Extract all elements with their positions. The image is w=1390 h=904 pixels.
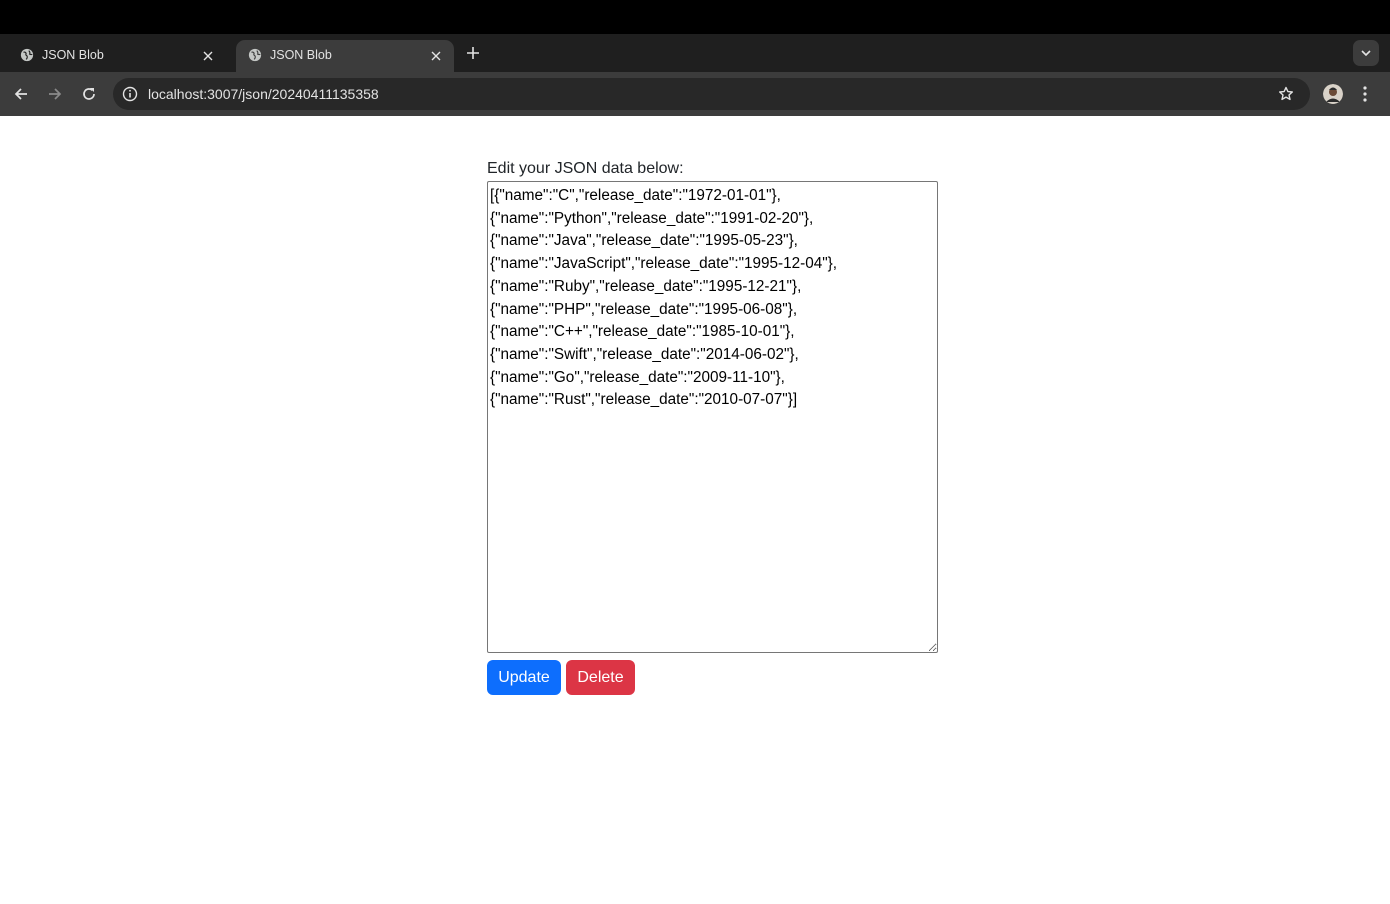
update-button[interactable]: Update (487, 660, 561, 695)
info-icon[interactable] (121, 85, 139, 103)
delete-button[interactable]: Delete (566, 660, 635, 695)
avatar[interactable] (1323, 84, 1343, 104)
tab-strip: JSON Blob JSON Blob (0, 34, 1390, 72)
close-icon[interactable] (198, 46, 218, 66)
close-icon[interactable] (426, 46, 446, 66)
globe-icon (248, 48, 262, 62)
back-arrow-icon[interactable] (11, 84, 31, 104)
chevron-down-icon[interactable] (1353, 40, 1379, 66)
star-icon[interactable] (1276, 84, 1296, 104)
kebab-menu-icon[interactable] (1360, 84, 1370, 104)
tab-title: JSON Blob (270, 48, 332, 62)
tab-title: JSON Blob (42, 48, 104, 62)
url-text[interactable]: localhost:3007/json/20240411135358 (148, 86, 379, 102)
tab-json-blob-2[interactable]: JSON Blob (236, 40, 454, 72)
json-editor-label: Edit your JSON data below: (487, 160, 684, 177)
globe-icon (20, 48, 34, 62)
json-textarea[interactable]: [{"name":"C","release_date":"1972-01-01"… (487, 181, 938, 653)
window-top-bar (0, 0, 1390, 34)
plus-icon[interactable] (463, 43, 483, 63)
forward-arrow-icon[interactable] (45, 84, 65, 104)
reload-icon[interactable] (79, 84, 99, 104)
browser-toolbar: localhost:3007/json/20240411135358 (0, 72, 1390, 116)
address-bar[interactable]: localhost:3007/json/20240411135358 (113, 78, 1310, 110)
tab-json-blob-1[interactable]: JSON Blob (8, 40, 226, 72)
